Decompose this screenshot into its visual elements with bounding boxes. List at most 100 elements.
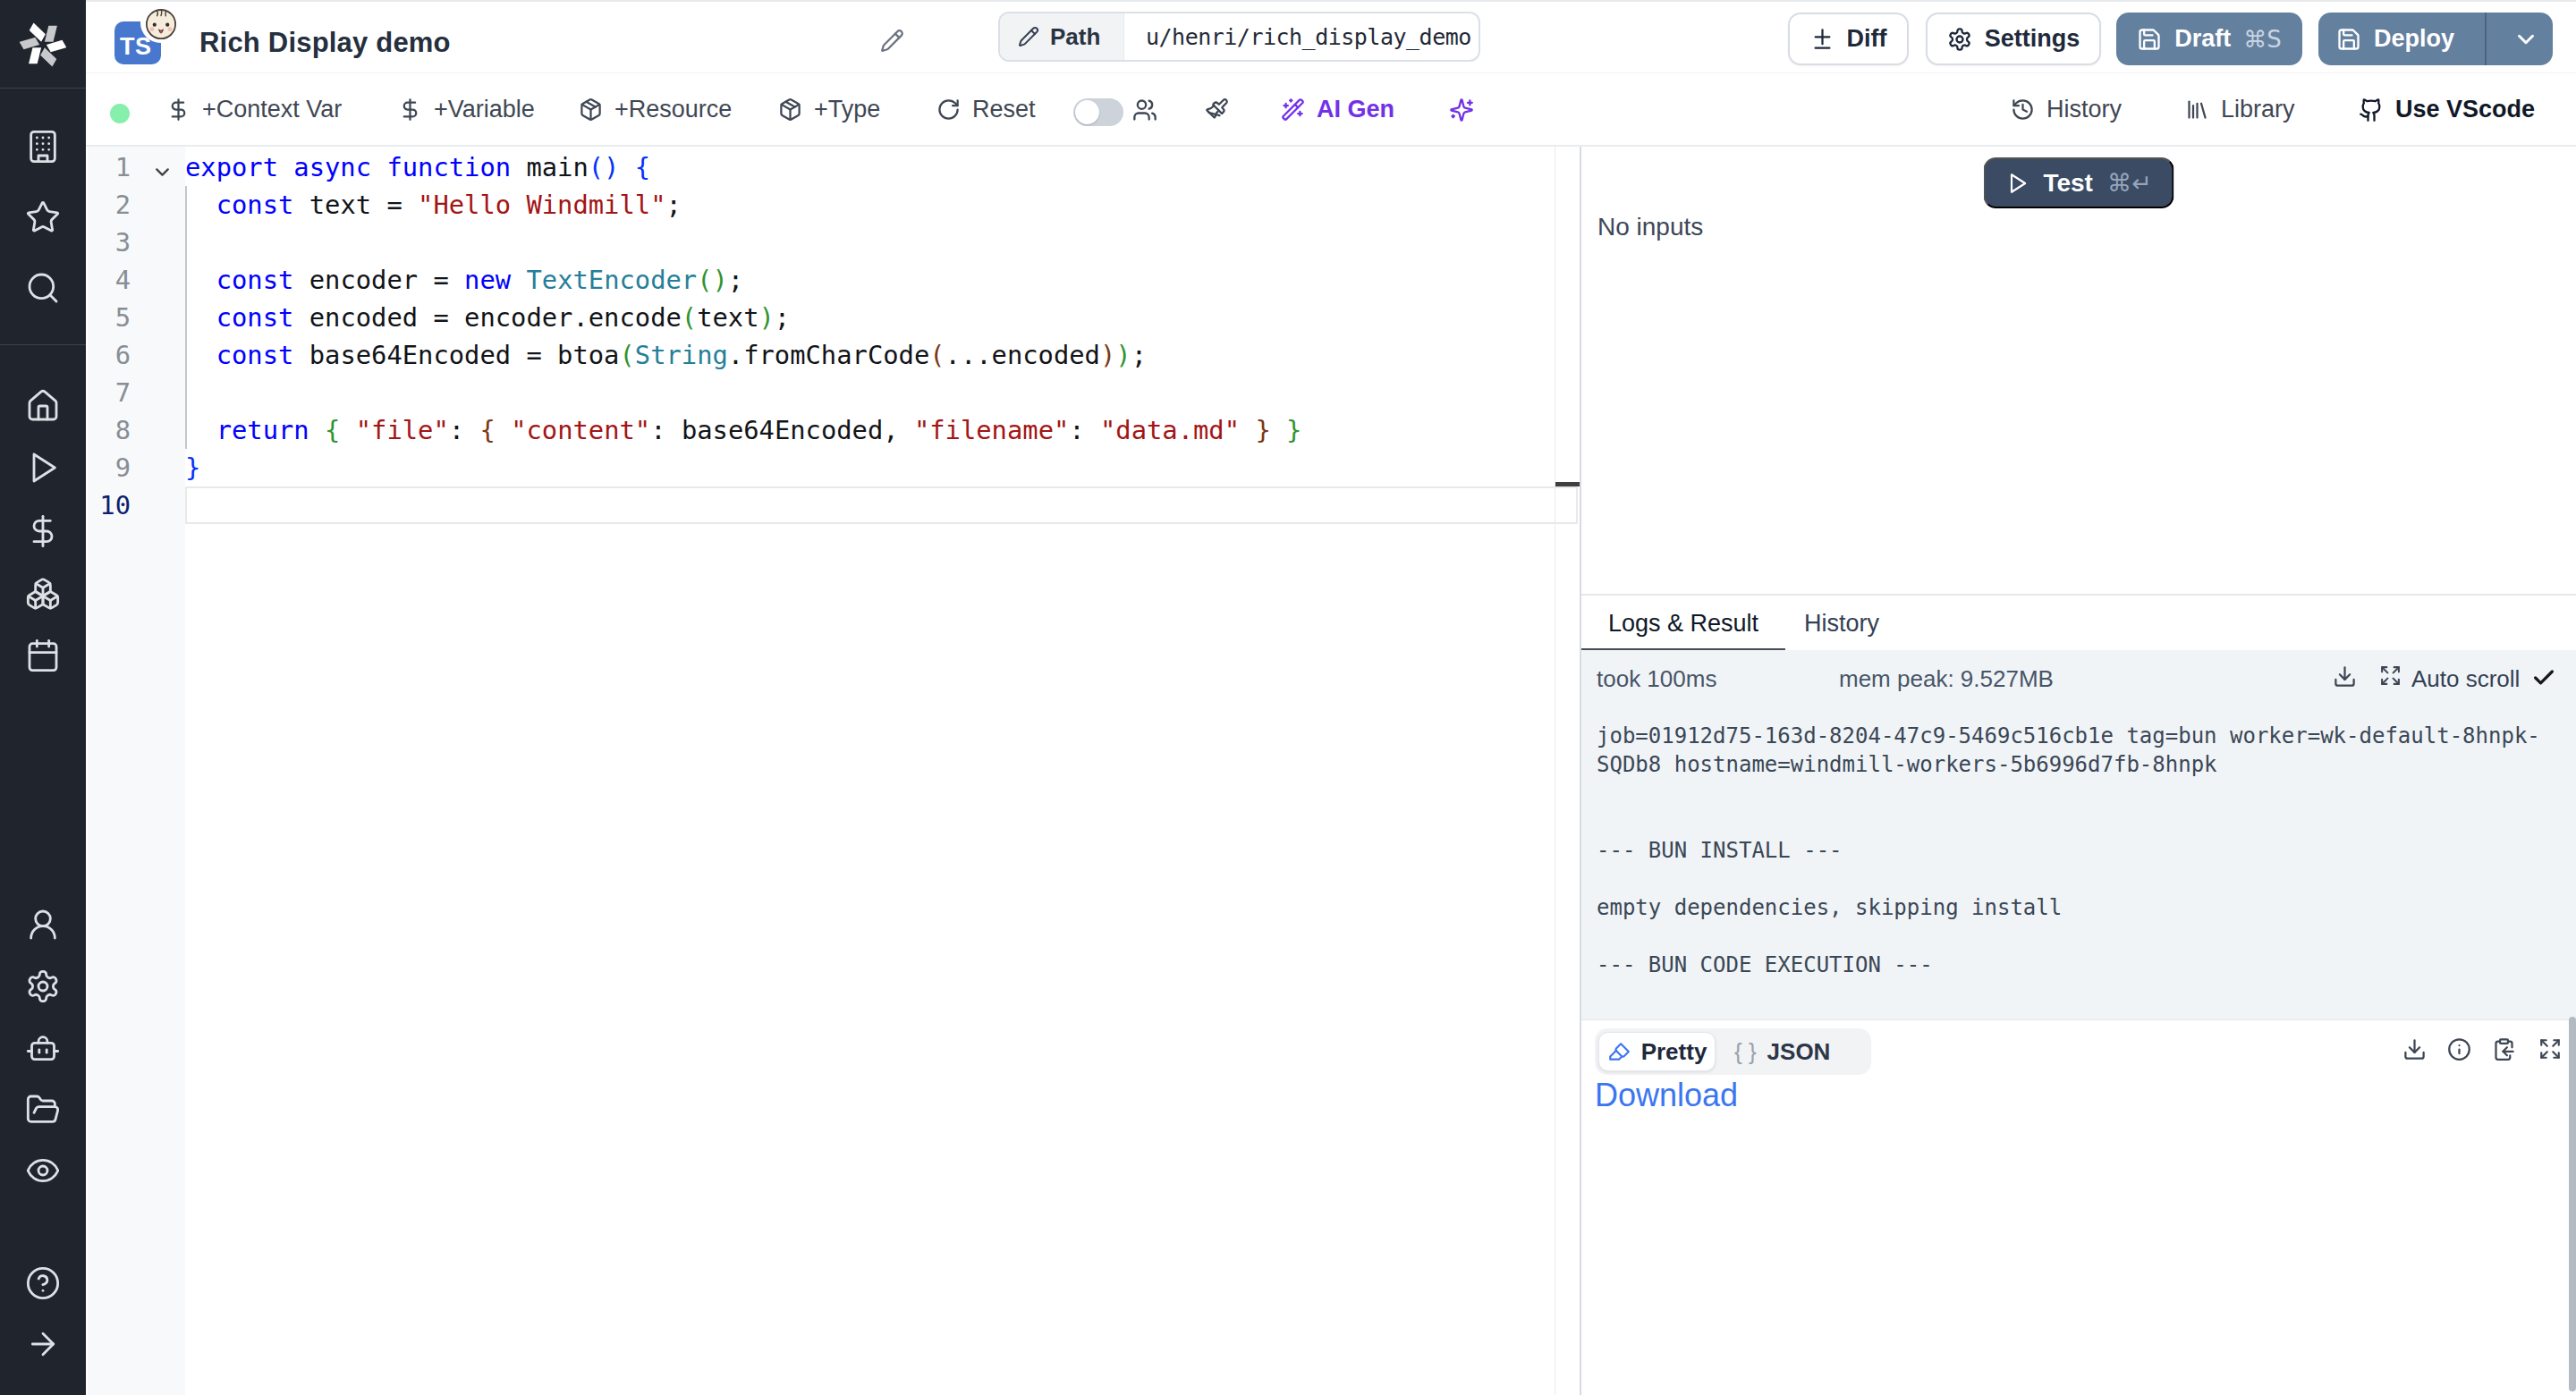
edit-summary-pencil-icon[interactable] bbox=[880, 29, 904, 53]
deploy-divider bbox=[2485, 13, 2487, 65]
path-label-segment[interactable]: Path bbox=[1000, 13, 1124, 60]
code-line: return { "file": { "content": base64Enco… bbox=[185, 411, 1301, 449]
draft-button[interactable]: Draft⌘S bbox=[2116, 13, 2302, 65]
toggle-knob bbox=[1075, 100, 1099, 124]
save-icon bbox=[2336, 27, 2361, 52]
result-scrollbar[interactable] bbox=[2569, 1017, 2576, 1391]
line-number: 1 bbox=[86, 148, 131, 186]
add-resource-button[interactable]: +Resource bbox=[579, 74, 732, 145]
tab-logs-result[interactable]: Logs & Result bbox=[1581, 596, 1785, 652]
reset-button[interactable]: Reset bbox=[936, 74, 1036, 145]
result-tabs: Logs & Result History bbox=[1581, 594, 2576, 650]
dollar-icon bbox=[398, 97, 422, 122]
sidebar bbox=[0, 0, 86, 1395]
paintbrush-icon bbox=[1205, 97, 1229, 122]
copy-result-icon[interactable] bbox=[2492, 1037, 2516, 1061]
path-value[interactable]: u/henri/rich_display_demo bbox=[1124, 24, 1479, 50]
audit-eye-icon[interactable] bbox=[25, 1153, 61, 1188]
settings-button[interactable]: Settings bbox=[1926, 13, 2101, 65]
braces-icon: { } bbox=[1734, 1038, 1757, 1066]
package-icon bbox=[778, 97, 802, 122]
multiplayer-users-icon[interactable] bbox=[1132, 74, 1157, 145]
deploy-dropdown-button[interactable] bbox=[2499, 13, 2553, 65]
bun-runtime-emoji bbox=[140, 3, 181, 43]
current-line-highlight bbox=[185, 486, 1578, 524]
duration-label: took 100ms bbox=[1597, 665, 1716, 693]
add-context-var-button[interactable]: +Context Var bbox=[166, 74, 342, 145]
line-number: 6 bbox=[86, 336, 131, 374]
use-vscode-button[interactable]: Use VScode bbox=[2359, 74, 2535, 145]
library-icon bbox=[2185, 97, 2209, 122]
ai-gen-button[interactable]: AI Gen bbox=[1281, 74, 1394, 145]
deploy-button-group: Deploy bbox=[2318, 13, 2553, 65]
download-logs-icon[interactable] bbox=[2333, 664, 2357, 689]
pretty-toggle[interactable]: Pretty bbox=[1598, 1032, 1716, 1071]
no-inputs-label: No inputs bbox=[1597, 213, 1703, 241]
check-icon bbox=[2531, 665, 2556, 690]
folders-icon[interactable] bbox=[25, 1092, 61, 1128]
test-shortcut: ⌘↵ bbox=[2107, 169, 2152, 197]
help-icon[interactable] bbox=[25, 1265, 61, 1301]
resources-boxes-icon[interactable] bbox=[25, 576, 61, 612]
diff-button[interactable]: Diff bbox=[1788, 13, 1909, 65]
path-widget[interactable]: Path u/henri/rich_display_demo bbox=[998, 12, 1480, 62]
schedules-calendar-icon[interactable] bbox=[25, 638, 61, 673]
diff-mode-toggle[interactable] bbox=[1073, 98, 1123, 126]
sidebar-divider bbox=[0, 88, 86, 89]
code-line: } bbox=[185, 449, 200, 486]
home-icon[interactable] bbox=[25, 388, 61, 424]
workspace-icon[interactable] bbox=[25, 129, 61, 165]
chevron-down-icon bbox=[2512, 26, 2539, 53]
wand-sparkles-icon bbox=[1281, 97, 1305, 122]
gear-icon bbox=[1947, 27, 1972, 52]
language-badge-ts: TS bbox=[114, 21, 161, 64]
logs-section: took 100ms mem peak: 9.527MB Auto scroll… bbox=[1581, 650, 2576, 1020]
status-dot bbox=[110, 104, 130, 123]
library-button[interactable]: Library bbox=[2185, 74, 2295, 145]
variables-dollar-icon[interactable] bbox=[25, 513, 61, 549]
deploy-button[interactable]: Deploy bbox=[2318, 13, 2472, 65]
search-icon[interactable] bbox=[25, 270, 61, 306]
code-line: export async function main() { bbox=[185, 148, 650, 186]
favorites-star-icon[interactable] bbox=[25, 199, 61, 235]
line-number: 3 bbox=[86, 224, 131, 261]
draft-shortcut: ⌘S bbox=[2243, 26, 2282, 53]
format-paintbrush-icon[interactable] bbox=[1205, 74, 1229, 145]
tab-history[interactable]: History bbox=[1777, 596, 1906, 652]
add-variable-button[interactable]: +Variable bbox=[398, 74, 535, 145]
json-toggle[interactable]: { }JSON bbox=[1734, 1028, 1869, 1075]
expand-result-icon[interactable] bbox=[2538, 1037, 2562, 1061]
test-button[interactable]: Test ⌘↵ bbox=[1984, 157, 2174, 208]
mem-peak-label: mem peak: 9.527MB bbox=[1839, 665, 2054, 693]
code-editor[interactable]: 12345678910 export async function main()… bbox=[86, 147, 1580, 1395]
auto-scroll-label[interactable]: Auto scroll bbox=[2411, 665, 2520, 693]
line-number: 9 bbox=[86, 449, 131, 486]
path-label: Path bbox=[1050, 23, 1100, 51]
ai-sparkles-button[interactable] bbox=[1449, 74, 1474, 145]
log-output: job=01912d75-163d-8204-47c9-5469c516cb1e… bbox=[1597, 722, 2540, 979]
download-result-icon[interactable] bbox=[2402, 1037, 2427, 1061]
rotate-cw-icon bbox=[936, 97, 961, 122]
sparkles-icon bbox=[1449, 97, 1474, 123]
history-button[interactable]: History bbox=[2011, 74, 2122, 145]
line-number: 2 bbox=[86, 186, 131, 224]
runs-play-icon[interactable] bbox=[25, 450, 61, 486]
workers-bot-icon[interactable] bbox=[25, 1031, 61, 1067]
result-view-toggle: Pretty { }JSON bbox=[1595, 1028, 1871, 1075]
editor-toolbar: +Context Var +Variable +Resource +Type R… bbox=[86, 74, 2576, 147]
fold-chevron-icon[interactable] bbox=[151, 161, 174, 183]
download-link[interactable]: Download bbox=[1595, 1077, 1738, 1114]
settings-gear-icon[interactable] bbox=[25, 968, 61, 1004]
line-number: 4 bbox=[86, 261, 131, 299]
save-icon bbox=[2137, 27, 2162, 52]
users-icon bbox=[1132, 97, 1157, 123]
users-icon[interactable] bbox=[25, 907, 61, 943]
info-icon[interactable] bbox=[2447, 1037, 2471, 1061]
expand-logs-icon[interactable] bbox=[2379, 664, 2402, 687]
add-type-button[interactable]: +Type bbox=[778, 74, 880, 145]
windmill-logo[interactable] bbox=[20, 21, 66, 68]
expand-sidebar-arrow-icon[interactable] bbox=[25, 1326, 61, 1362]
line-number: 7 bbox=[86, 374, 131, 411]
dollar-icon bbox=[166, 97, 191, 122]
code-line: const encoded = encoder.encode(text); bbox=[185, 299, 790, 336]
